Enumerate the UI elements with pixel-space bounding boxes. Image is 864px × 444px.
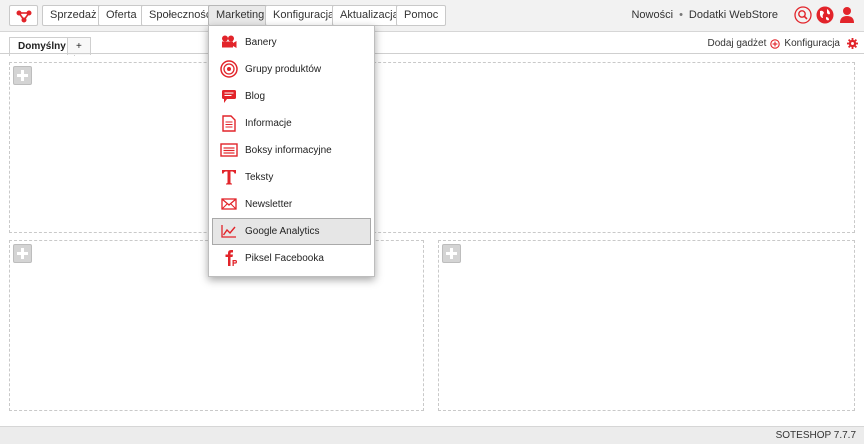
globe-icon[interactable]: [816, 6, 834, 24]
gadget-panel-top: [9, 62, 855, 233]
menu-item-grupy-produktow[interactable]: Grupy produktów: [212, 56, 371, 83]
envelope-icon: [220, 195, 238, 213]
menu-item-label: Banery: [245, 37, 277, 48]
logo-button[interactable]: [9, 5, 38, 26]
menu-item-blog[interactable]: Blog: [212, 83, 371, 110]
menu-item-informacje[interactable]: Informacje: [212, 110, 371, 137]
nav-oferta[interactable]: Oferta: [98, 5, 145, 26]
target-icon: [220, 60, 238, 78]
menu-item-banery[interactable]: Banery: [212, 29, 371, 56]
footer: SOTESHOP 7.7.7: [0, 426, 864, 444]
header-separator: •: [679, 9, 683, 21]
plus-icon: [17, 248, 28, 259]
nav-pomoc[interactable]: Pomoc: [396, 5, 447, 26]
nav-marketing[interactable]: Marketing: [208, 5, 273, 26]
facebook-pixel-icon: [220, 249, 238, 267]
search-icon[interactable]: [794, 6, 812, 24]
menu-item-teksty[interactable]: Teksty: [212, 164, 371, 191]
marketing-dropdown: Banery Grupy produktów Blog Informacje B…: [208, 25, 375, 277]
tab-actions: Dodaj gadżet Konfiguracja: [707, 38, 858, 49]
user-icon[interactable]: [838, 6, 856, 24]
news-link[interactable]: Nowości: [631, 9, 673, 21]
line-chart-icon: [220, 222, 238, 240]
gadget-panel-bottom-right: [438, 240, 855, 411]
menu-item-label: Grupy produktów: [245, 64, 322, 75]
plus-icon: [17, 70, 28, 81]
add-circle-icon[interactable]: [770, 38, 781, 49]
menu-item-label: Informacje: [245, 118, 292, 129]
nav-konfiguracja[interactable]: Konfiguracja: [265, 5, 343, 26]
menu-item-google-analytics[interactable]: Google Analytics: [212, 218, 371, 245]
menu-item-label: Google Analytics: [245, 226, 320, 237]
chat-bubble-icon: [220, 87, 238, 105]
menu-item-label: Boksy informacyjne: [245, 145, 332, 156]
header-links: Nowości • Dodatki WebStore: [631, 9, 778, 21]
logo-icon: [16, 10, 31, 22]
menu-item-label: Blog: [245, 91, 266, 102]
menu-item-label: Piksel Facebooka: [245, 253, 324, 264]
film-camera-icon: [220, 33, 238, 51]
document-icon: [220, 114, 238, 132]
nav-sprzedaz[interactable]: Sprzedaż: [42, 5, 105, 26]
text-t-icon: [220, 168, 238, 186]
menu-item-label: Newsletter: [245, 199, 293, 210]
menu-item-label: Teksty: [245, 172, 274, 183]
add-widget-button[interactable]: [442, 244, 461, 263]
header-icons: [794, 6, 856, 24]
menu-item-piksel-facebooka[interactable]: Piksel Facebooka: [212, 245, 371, 272]
gear-icon[interactable]: [847, 38, 858, 49]
add-gadget-link[interactable]: Dodaj gadżet: [707, 38, 766, 49]
version-label: SOTESHOP 7.7.7: [775, 430, 856, 441]
menu-item-newsletter[interactable]: Newsletter: [212, 191, 371, 218]
tab-divider: [0, 53, 864, 54]
box-list-icon: [220, 141, 238, 159]
add-widget-button[interactable]: [13, 66, 32, 85]
webstore-addons-link[interactable]: Dodatki WebStore: [689, 9, 778, 21]
plus-icon: [446, 248, 457, 259]
menu-item-boksy-informacyjne[interactable]: Boksy informacyjne: [212, 137, 371, 164]
config-link[interactable]: Konfiguracja: [784, 38, 840, 49]
add-widget-button[interactable]: [13, 244, 32, 263]
top-navigation-bar: Sprzedaż Oferta Społeczność Marketing Ko…: [0, 0, 864, 32]
